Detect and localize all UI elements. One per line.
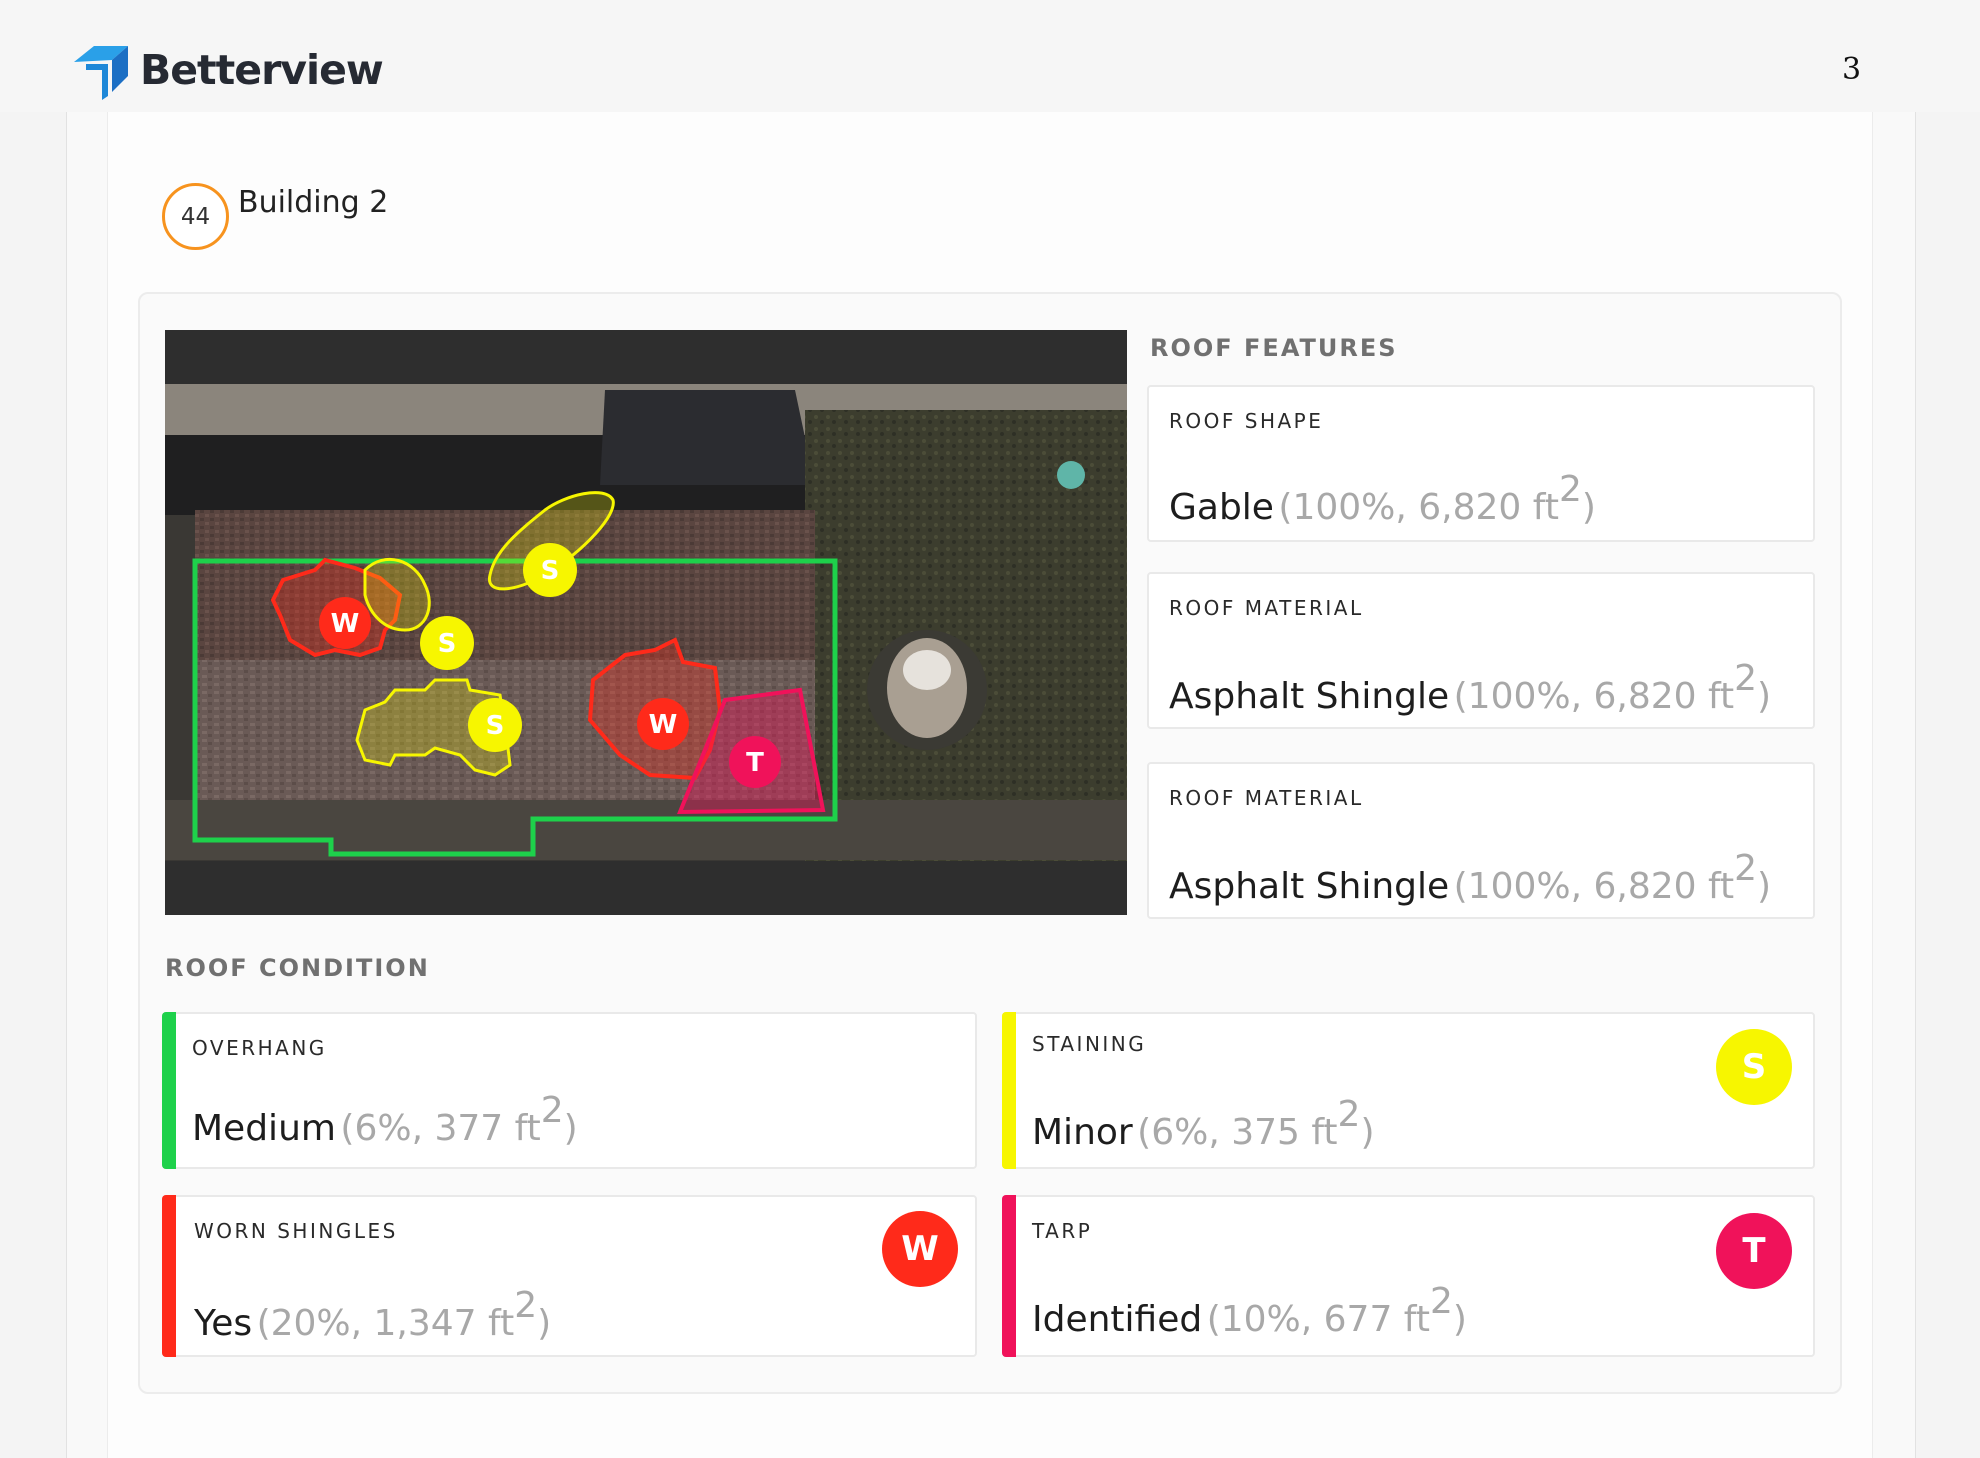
svg-text:T: T	[746, 748, 764, 778]
marker-worn-2: W	[637, 698, 689, 750]
aerial-image: W S S S W T	[165, 330, 1127, 915]
card-value: Minor (6%, 375 ft2)	[1032, 1094, 1375, 1153]
brand-name: Betterview	[140, 46, 384, 94]
card-label: ROOF SHAPE	[1169, 409, 1324, 433]
building-title: Building 2	[238, 185, 389, 220]
svg-text:W: W	[331, 609, 360, 639]
brand-logo[interactable]: Betterview	[72, 40, 384, 100]
marker-stain-3: S	[468, 698, 522, 752]
tarp-color-bar	[1002, 1195, 1016, 1357]
tarp-marker-icon: T	[1716, 1213, 1792, 1289]
card-label: ROOF MATERIAL	[1169, 786, 1364, 810]
overhang-card: OVERHANG Medium (6%, 377 ft2)	[162, 1012, 977, 1169]
svg-text:S: S	[541, 556, 560, 586]
staining-color-bar	[1002, 1012, 1016, 1169]
marker-stain-2: S	[523, 543, 577, 597]
card-label: STAINING	[1032, 1032, 1147, 1056]
page-number: 3	[1842, 52, 1862, 87]
card-value: Asphalt Shingle (100%, 6,820 ft2)	[1169, 658, 1772, 717]
roof-material-card-2: ROOF MATERIAL Asphalt Shingle (100%, 6,8…	[1147, 762, 1815, 919]
building-score-badge: 44	[162, 183, 229, 250]
staining-card: STAINING Minor (6%, 375 ft2) S	[1002, 1012, 1815, 1169]
marker-worn-1: W	[319, 597, 371, 649]
svg-text:W: W	[649, 710, 678, 740]
worn-color-bar	[162, 1195, 176, 1357]
card-label: WORN SHINGLES	[194, 1219, 398, 1243]
page-header: Betterview 3	[0, 0, 1980, 112]
card-label: TARP	[1032, 1219, 1093, 1243]
betterview-logo-icon	[74, 46, 128, 100]
card-label: OVERHANG	[192, 1036, 327, 1060]
worn-marker-icon: W	[882, 1211, 958, 1287]
card-value: Medium (6%, 377 ft2)	[192, 1090, 578, 1149]
card-value: Yes (20%, 1,347 ft2)	[194, 1285, 552, 1344]
svg-text:S: S	[438, 629, 457, 659]
roof-material-card-1: ROOF MATERIAL Asphalt Shingle (100%, 6,8…	[1147, 572, 1815, 729]
marker-stain-1: S	[420, 616, 474, 670]
roof-shape-card: ROOF SHAPE Gable (100%, 6,820 ft2)	[1147, 385, 1815, 542]
staining-marker-icon: S	[1716, 1029, 1792, 1105]
svg-text:S: S	[486, 711, 505, 741]
marker-tarp: T	[729, 736, 781, 788]
worn-shingles-card: WORN SHINGLES Yes (20%, 1,347 ft2) W	[162, 1195, 977, 1357]
card-label: ROOF MATERIAL	[1169, 596, 1364, 620]
overhang-color-bar	[162, 1012, 176, 1169]
tarp-card: TARP Identified (10%, 677 ft2) T	[1002, 1195, 1815, 1357]
card-value: Gable (100%, 6,820 ft2)	[1169, 469, 1596, 528]
card-value: Asphalt Shingle (100%, 6,820 ft2)	[1169, 848, 1772, 907]
roof-condition-heading: ROOF CONDITION	[165, 954, 430, 982]
roof-features-heading: ROOF FEATURES	[1150, 334, 1398, 362]
card-value: Identified (10%, 677 ft2)	[1032, 1281, 1467, 1340]
